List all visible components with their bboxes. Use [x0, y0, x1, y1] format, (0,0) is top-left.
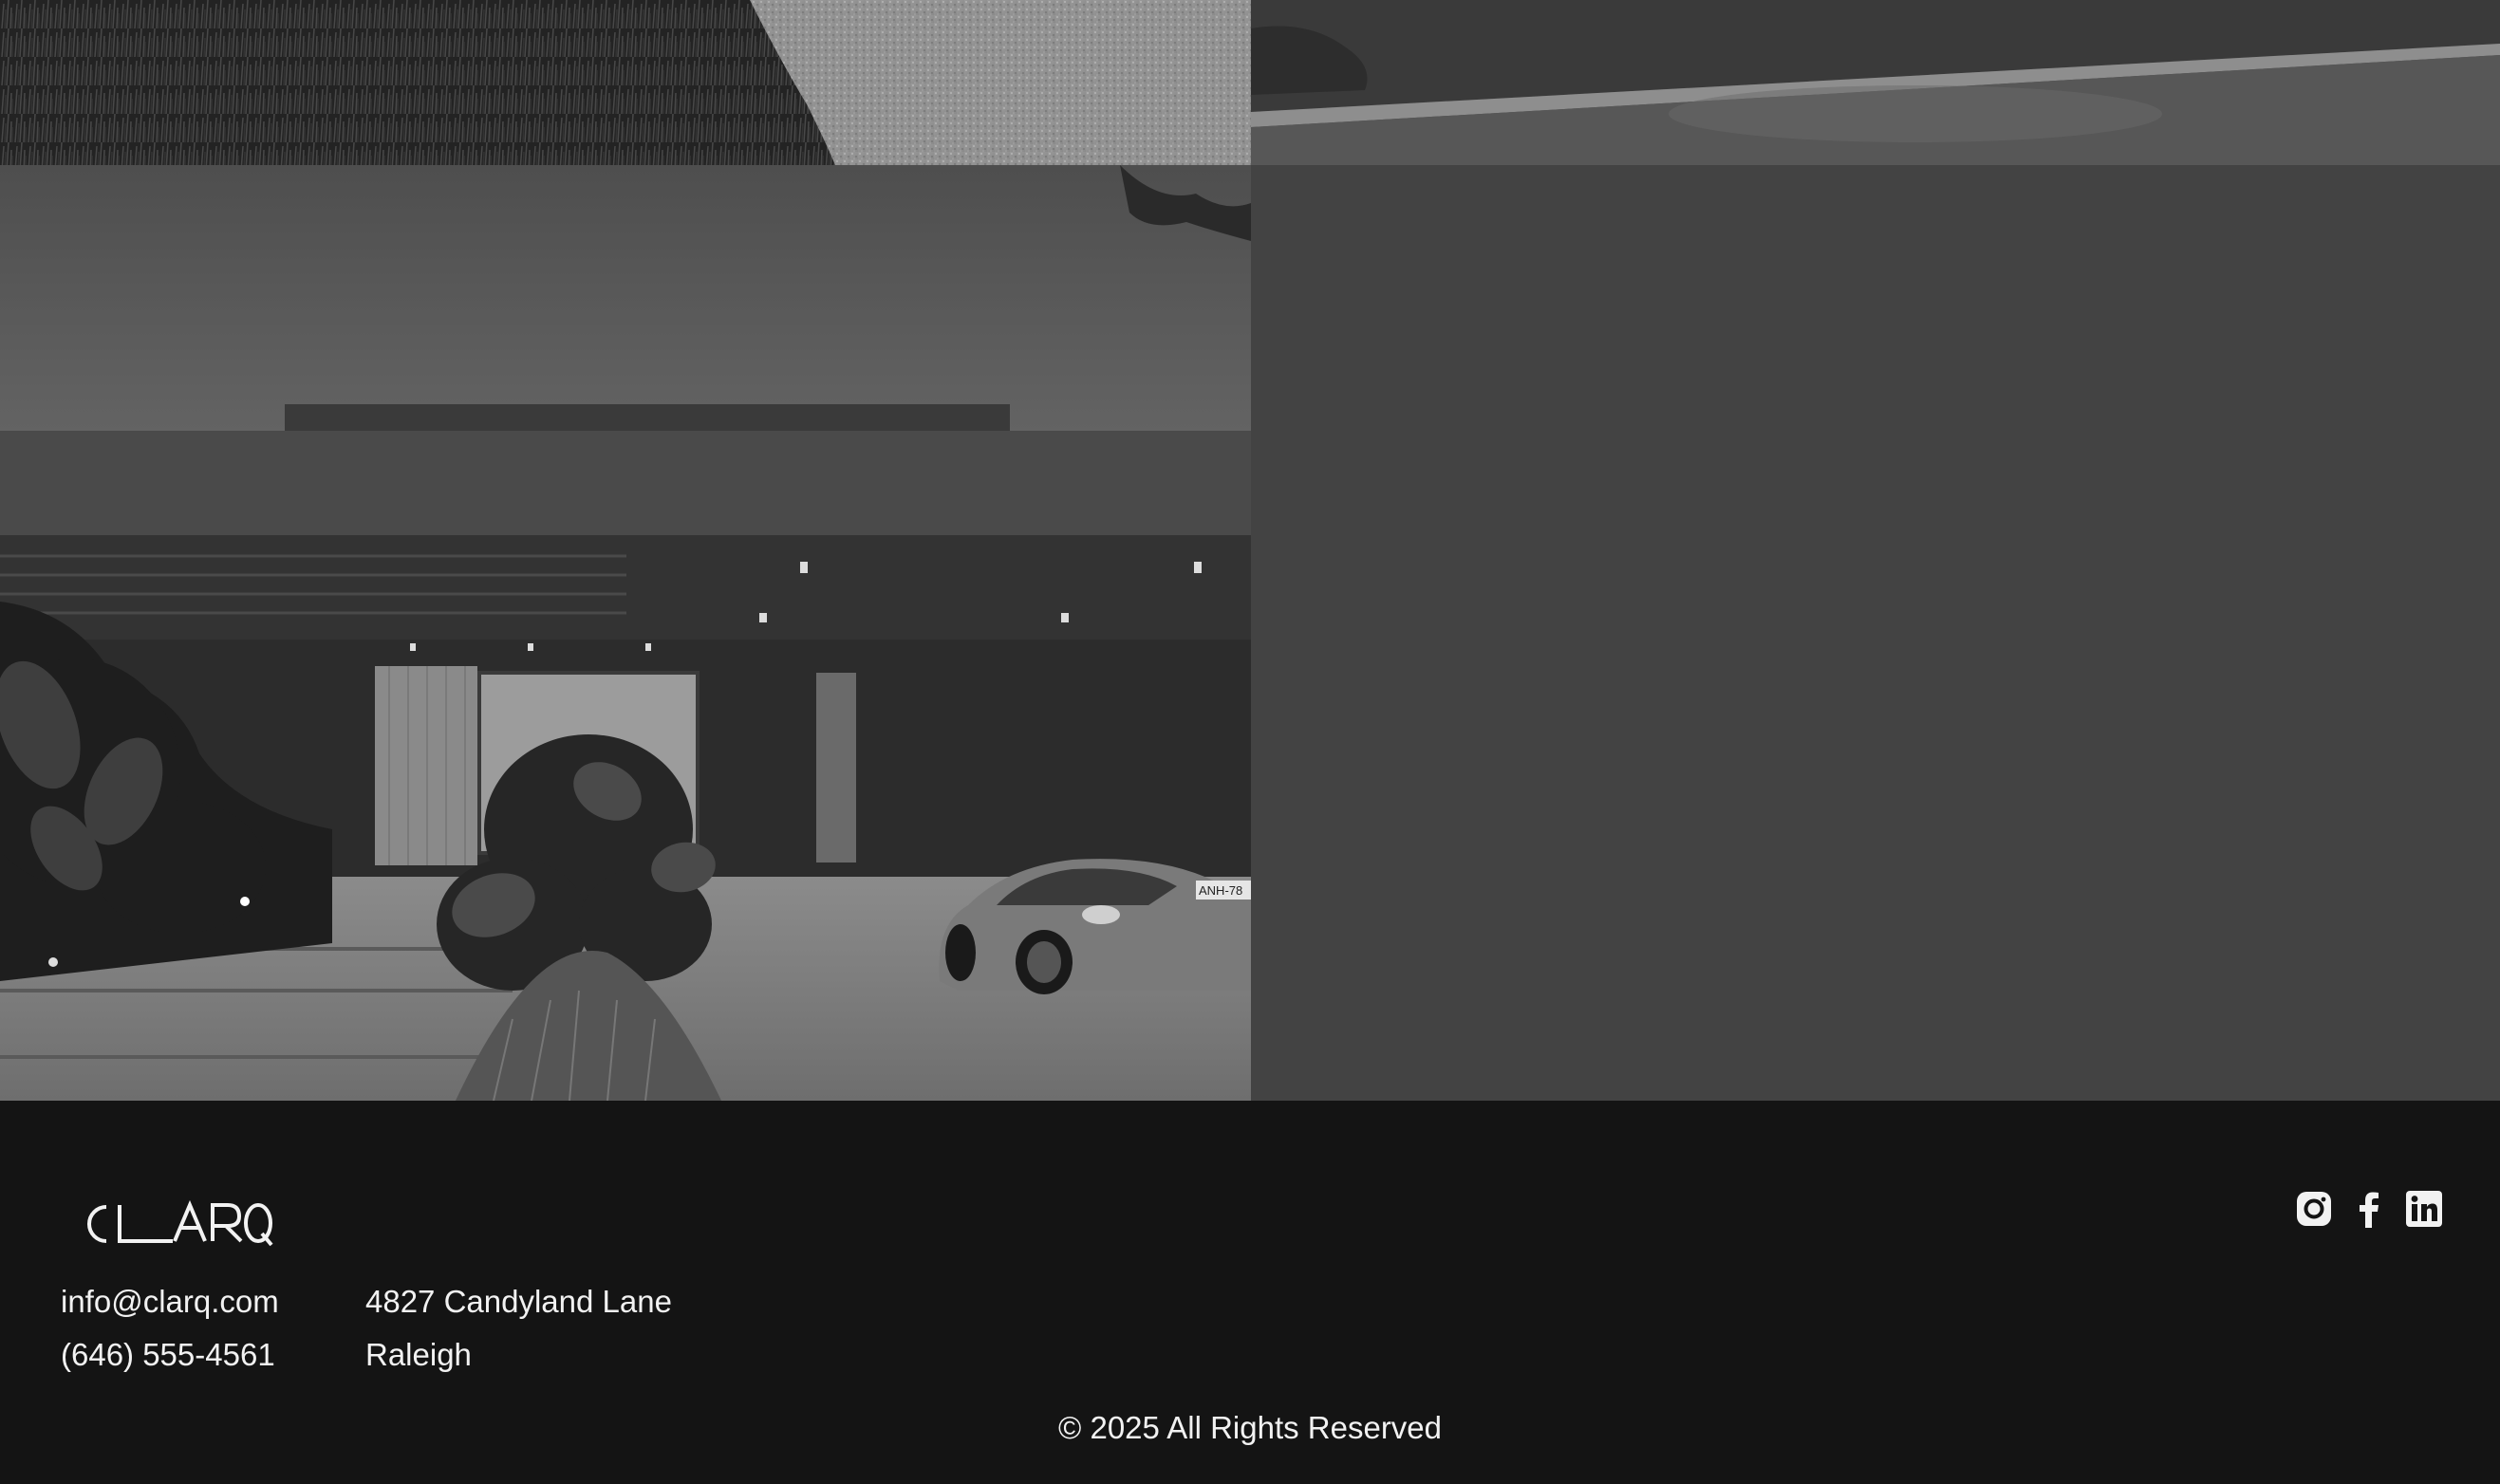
- linkedin-link[interactable]: [2405, 1190, 2443, 1228]
- gallery-placeholder: [1251, 165, 2500, 1101]
- gallery-image-house[interactable]: ANH-78: [0, 165, 1251, 1101]
- brand-logo[interactable]: [74, 1197, 273, 1259]
- grass-gravel-photo: [0, 0, 1251, 165]
- linkedin-icon: [2406, 1191, 2442, 1227]
- instagram-icon: [2297, 1192, 2331, 1226]
- clarq-logo: [87, 1199, 273, 1247]
- social-links: [2295, 1190, 2443, 1228]
- address-info: 4827 Candyland Lane Raleigh: [365, 1275, 672, 1382]
- site-footer: info@clarq.com (646) 555-4561 4827 Candy…: [0, 1101, 2500, 1484]
- modern-house-with-car-photo: ANH-78: [0, 165, 1251, 1101]
- photo-gallery: ANH-78: [0, 0, 2500, 1101]
- gallery-image-grass[interactable]: [0, 0, 1251, 165]
- page: ANH-78 info@clarq.com (646) 555-4561 482…: [0, 0, 2500, 1484]
- address-street: 4827 Candyland Lane: [365, 1284, 672, 1319]
- lawn-sidewalk-photo: [1251, 0, 2500, 165]
- address-city: Raleigh: [365, 1337, 472, 1372]
- instagram-link[interactable]: [2295, 1190, 2333, 1228]
- facebook-icon: [2360, 1192, 2379, 1228]
- license-plate: ANH-78: [1199, 883, 1242, 898]
- phone-link[interactable]: (646) 555-4561: [61, 1328, 279, 1382]
- facebook-link[interactable]: [2350, 1190, 2388, 1228]
- contact-info: info@clarq.com (646) 555-4561: [61, 1275, 279, 1382]
- copyright-text: © 2025 All Rights Reserved: [1057, 1410, 1443, 1445]
- gallery-image-lawn[interactable]: [1251, 0, 2500, 165]
- email-link[interactable]: info@clarq.com: [61, 1275, 279, 1328]
